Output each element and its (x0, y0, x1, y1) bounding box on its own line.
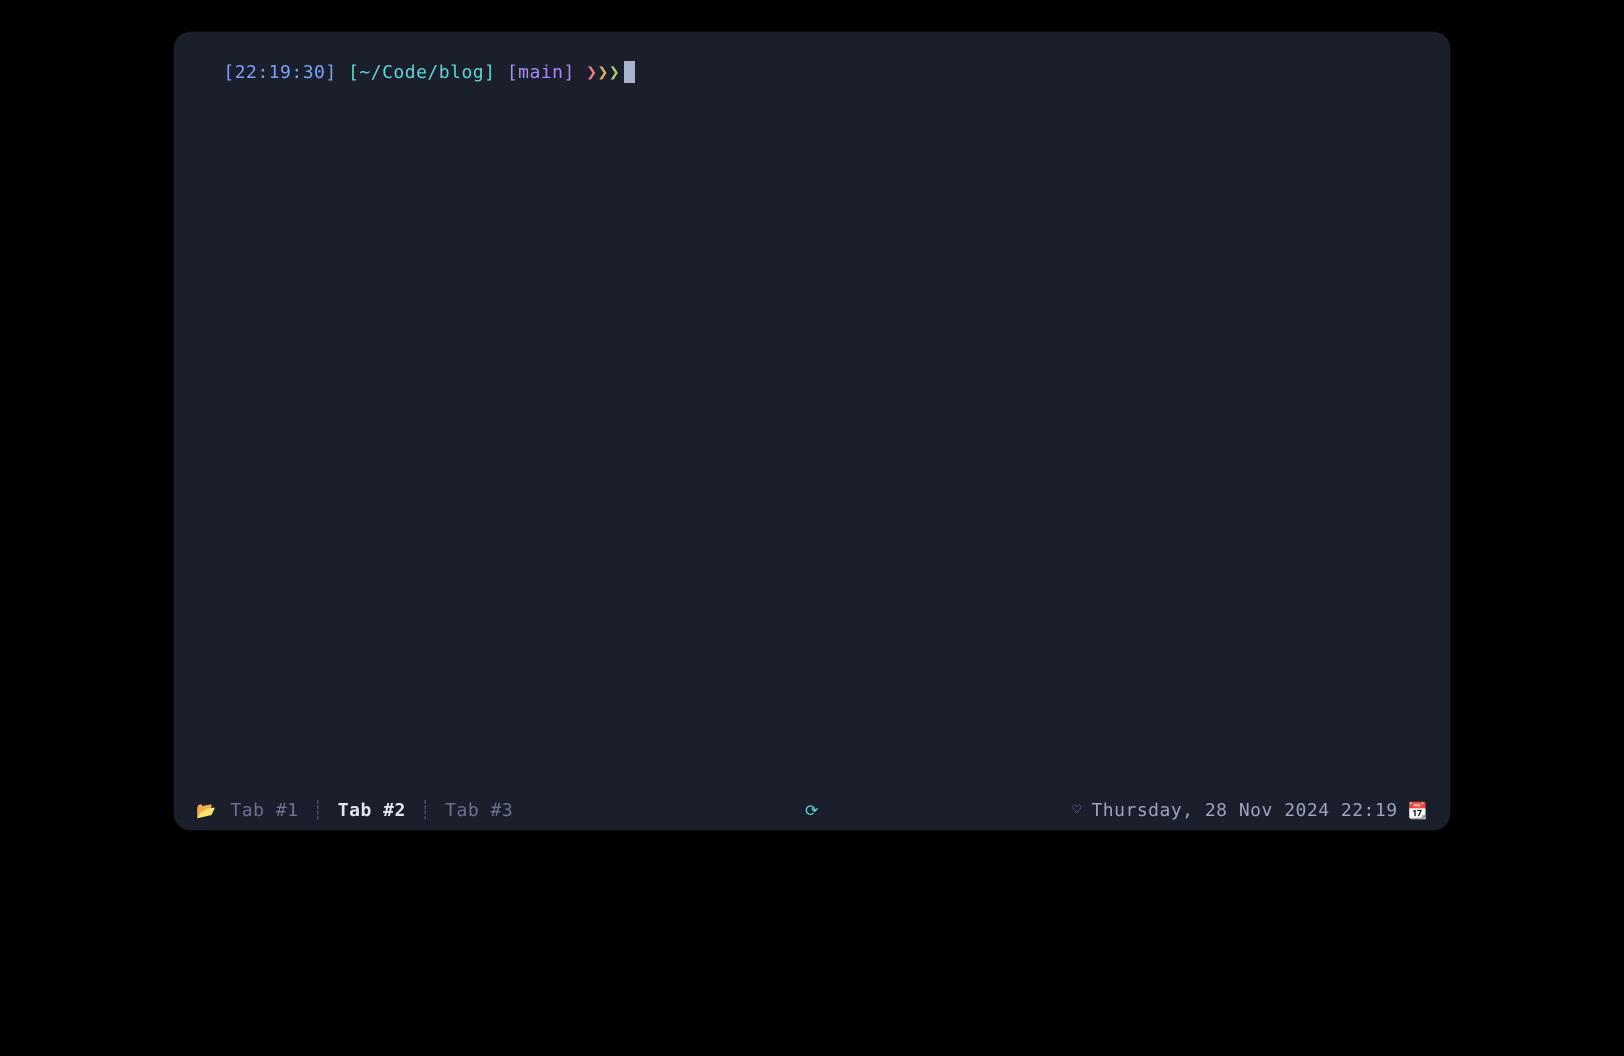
status-bar-right: ♡ Thursday, 28 Nov 2024 22:19 📆 (1073, 800, 1428, 821)
prompt-chevron-2: ❯ (598, 62, 609, 83)
tab-1[interactable]: Tab #1 (230, 800, 298, 821)
status-bar: 📂 Tab #1 ┊ Tab #2 ┊ Tab #3 ⟳ ♡ Thursday,… (174, 790, 1450, 830)
prompt-chevron-1: ❯ (586, 62, 597, 83)
tab-3[interactable]: Tab #3 (445, 800, 513, 821)
prompt-time: [22:19:30] (223, 62, 336, 83)
prompt-chevron-3: ❯ (609, 62, 620, 83)
calendar-icon: 📆 (1408, 801, 1428, 820)
tab-separator-icon: ┊ (312, 800, 323, 821)
prompt-branch: [main] (507, 62, 575, 83)
terminal-content[interactable]: [22:19:30] [~/Code/blog] [main] ❯❯❯ (174, 32, 1450, 790)
status-bar-left: 📂 Tab #1 ┊ Tab #2 ┊ Tab #3 (196, 800, 513, 821)
tab-2[interactable]: Tab #2 (338, 800, 406, 821)
terminal-cursor (624, 61, 635, 83)
terminal-window: [22:19:30] [~/Code/blog] [main] ❯❯❯ 📂 Ta… (174, 32, 1450, 830)
folder-icon: 📂 (196, 801, 216, 820)
heart-icon: ♡ (1073, 802, 1082, 818)
refresh-icon: ⟳ (805, 801, 819, 820)
tab-separator-icon: ┊ (420, 800, 431, 821)
prompt-path: [~/Code/blog] (348, 62, 495, 83)
status-datetime: Thursday, 28 Nov 2024 22:19 (1091, 800, 1397, 821)
